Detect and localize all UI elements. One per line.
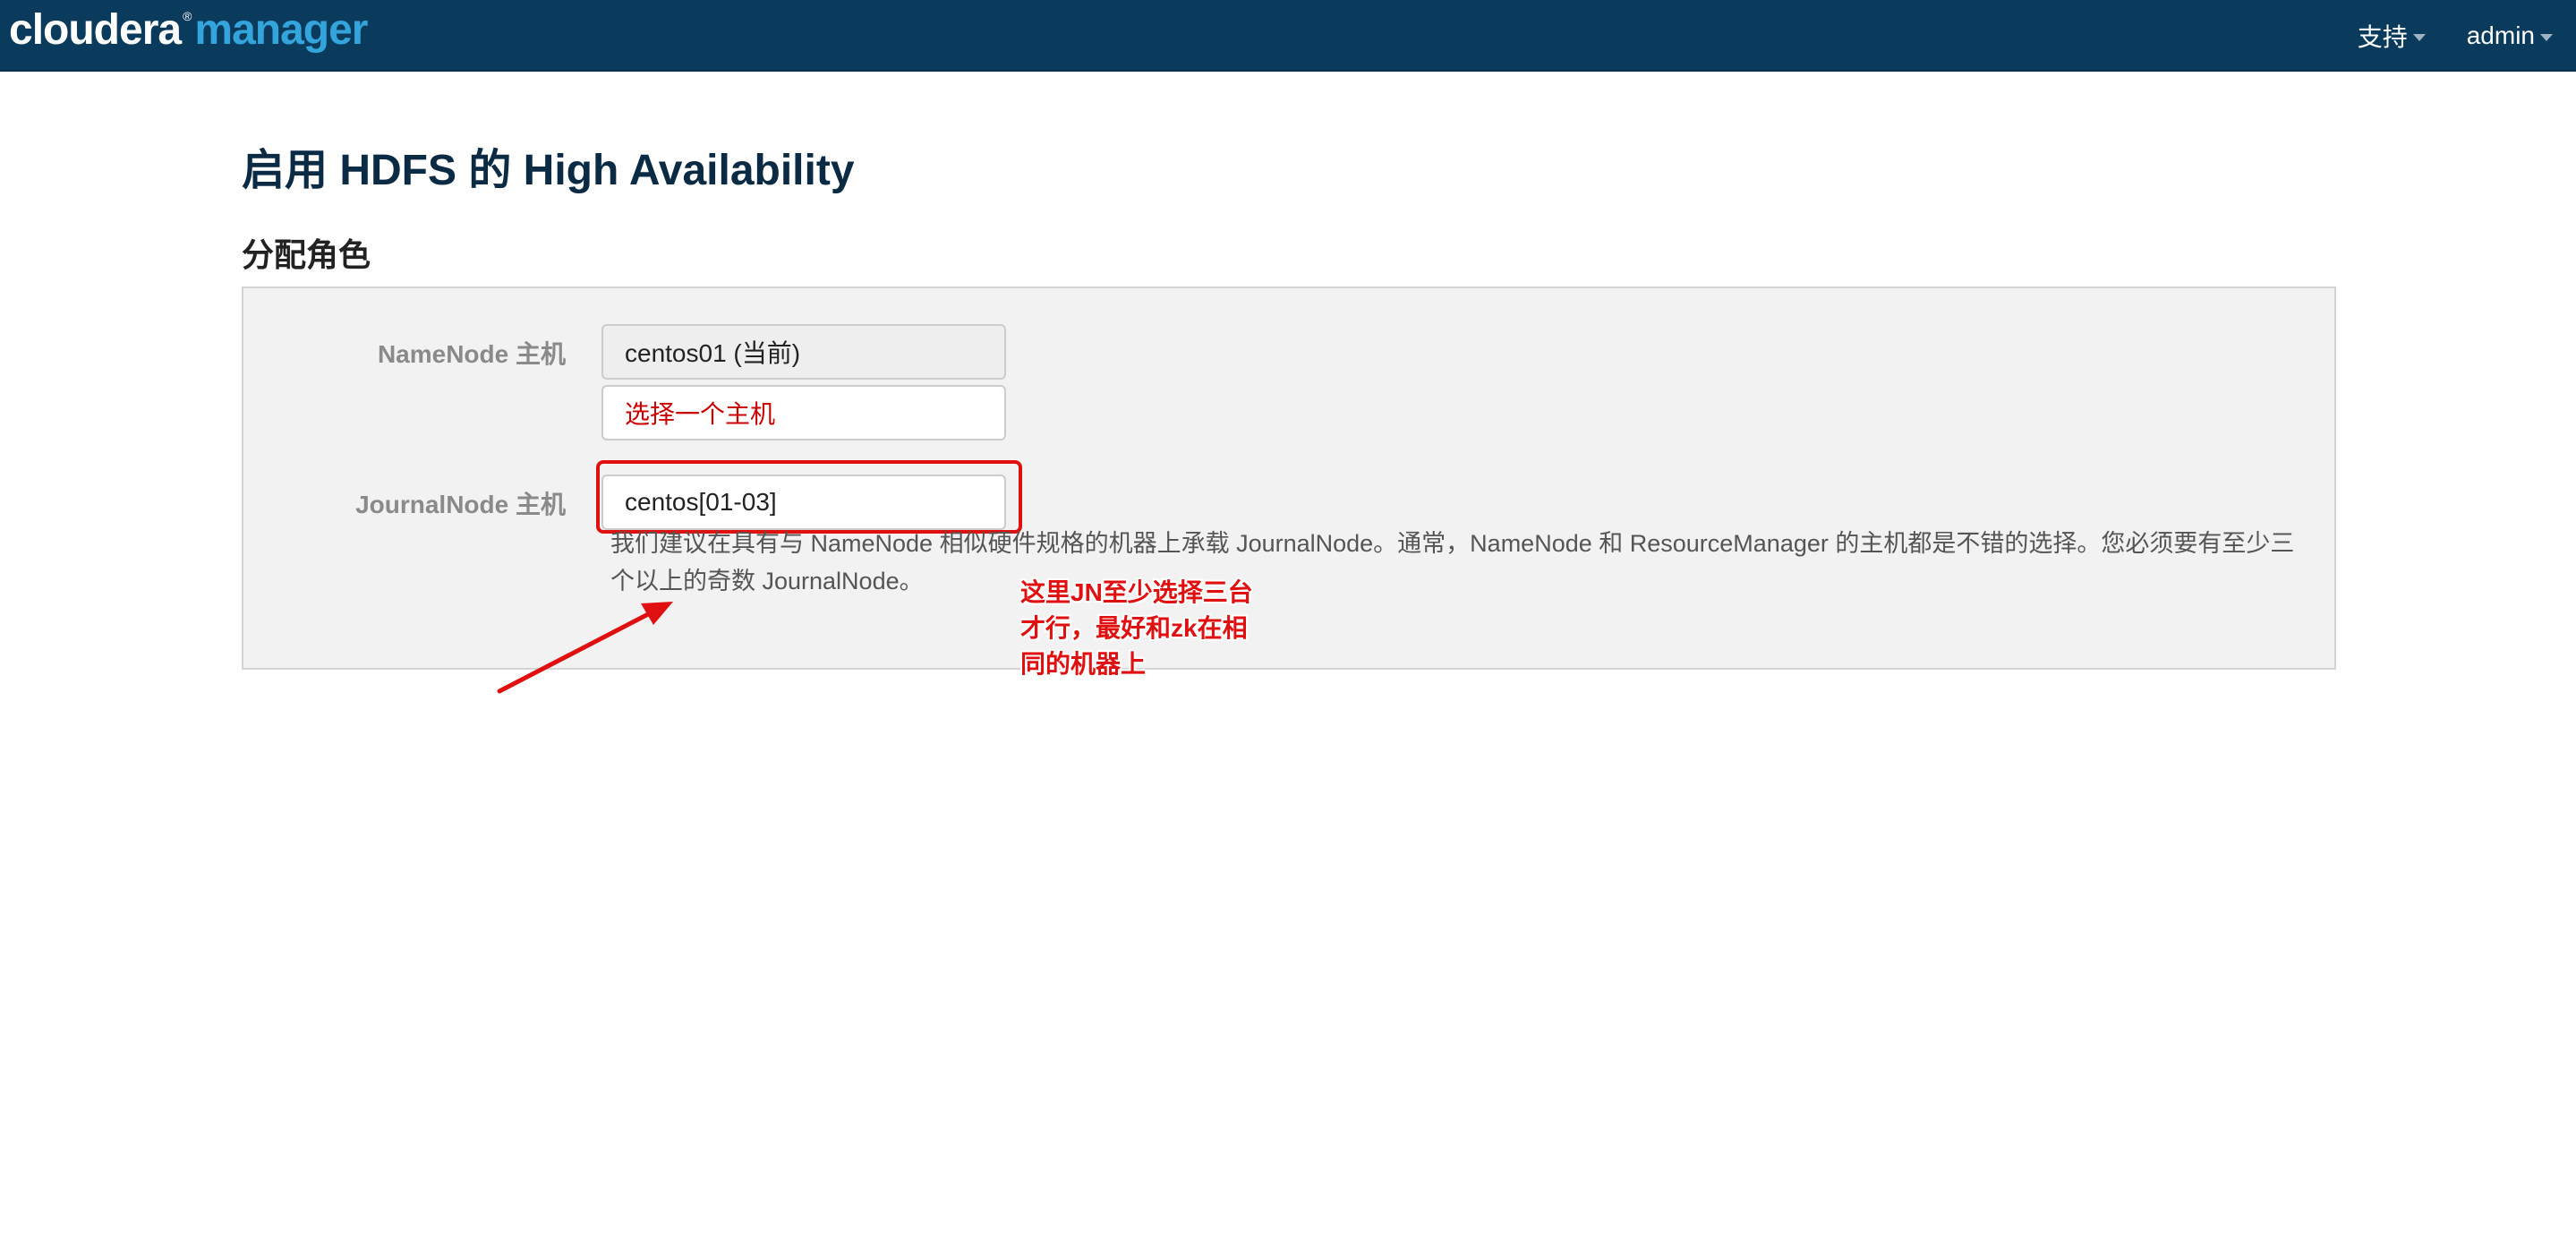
chevron-down-icon [2540,34,2553,41]
top-navbar: cloudera ® manager 支持 admin [0,0,2576,72]
cloudera-manager-logo[interactable]: cloudera ® manager [9,5,368,61]
user-menu[interactable]: admin [2449,21,2576,50]
logo-registered-mark: ® [183,9,192,23]
annotation-note: 这里JN至少选择三台 才行，最好和zk在相 同的机器上 [1020,575,1307,682]
user-menu-label: admin [2466,21,2535,49]
annotation-note-line: 这里JN至少选择三台 [1020,578,1253,606]
namenode-current-host: centos01 (当前) [601,324,1006,380]
namenode-host-label: NameNode 主机 [377,340,566,368]
navbar-right-menu: 支持 admin [2340,0,2576,72]
namenode-select-host-label: 选择一个主机 [625,400,776,428]
annotation-note-line: 才行，最好和zk在相 [1020,614,1248,642]
journalnode-host-label: JournalNode 主机 [355,491,566,518]
logo-text-cloudera: cloudera [9,6,182,54]
section-title: 分配角色 [242,236,371,273]
namenode-select-host-field[interactable]: 选择一个主机 [601,385,1006,440]
annotation-highlight-box [596,460,1022,534]
support-menu-label: 支持 [2357,23,2408,51]
journalnode-help-text: 我们建议在具有与 NameNode 相似硬件规格的机器上承载 JournalNo… [610,530,2295,594]
namenode-current-host-value: centos01 (当前) [625,339,801,367]
logo-text-manager: manager [194,6,368,54]
support-menu[interactable]: 支持 [2340,18,2449,54]
annotation-note-line: 同的机器上 [1020,650,1147,678]
chevron-down-icon [2412,34,2426,41]
page-title: 启用 HDFS 的 High Availability [242,147,855,194]
